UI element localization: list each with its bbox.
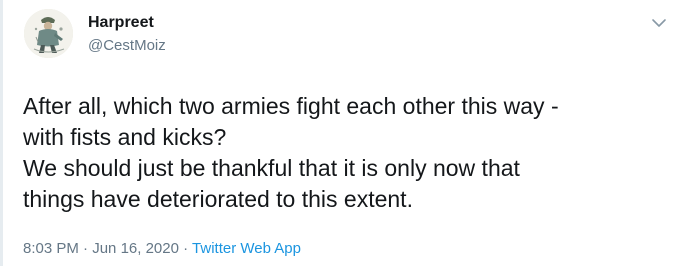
author-handle[interactable]: @CestMoiz <box>88 36 166 56</box>
tweet-text: After all, which two armies fight each o… <box>23 91 663 215</box>
meta-separator: · <box>78 240 93 257</box>
tweet-line: things have deteriorated to this extent. <box>23 186 413 212</box>
author-name[interactable]: Harpreet <box>88 13 154 33</box>
tweet-card: Harpreet @CestMoiz After all, which two … <box>0 0 679 266</box>
avatar[interactable] <box>24 9 73 58</box>
tweet-meta: 8:03 PM · Jun 16, 2020 · Twitter Web App <box>23 239 301 259</box>
tweet-line: with fists and kicks? <box>23 124 227 150</box>
meta-separator: · <box>178 240 193 257</box>
tweet-line: We should just be thankful that it is on… <box>23 155 520 181</box>
avatar-illustration-icon <box>24 9 73 58</box>
tweet-source-link[interactable]: Twitter Web App <box>192 240 301 257</box>
tweet-line: After all, which two armies fight each o… <box>23 93 559 119</box>
tweet-time[interactable]: 8:03 PM <box>23 240 79 257</box>
tweet-date[interactable]: Jun 16, 2020 <box>92 240 179 257</box>
chevron-down-icon[interactable] <box>648 12 670 34</box>
left-border <box>0 0 3 266</box>
